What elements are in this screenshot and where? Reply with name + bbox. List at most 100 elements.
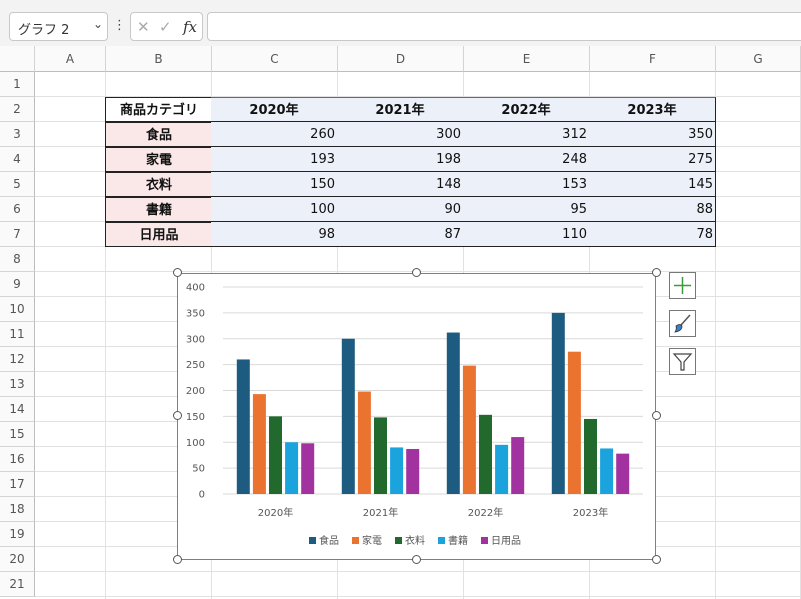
enter-icon[interactable]: ✓ [159, 18, 172, 36]
row-header-17[interactable]: 17 [0, 472, 35, 497]
bar[interactable] [600, 448, 614, 494]
value-cell[interactable]: 78 [589, 222, 716, 247]
resize-handle-top-right[interactable] [652, 268, 661, 277]
bar[interactable] [236, 359, 250, 494]
row-header-2[interactable]: 2 [0, 97, 35, 122]
value-cell[interactable]: 148 [337, 172, 464, 197]
value-cell[interactable]: 275 [589, 147, 716, 172]
value-cell[interactable]: 145 [589, 172, 716, 197]
bar[interactable] [285, 442, 299, 494]
bar[interactable] [511, 437, 525, 494]
more-options-icon[interactable]: ⋮ [113, 14, 126, 38]
row-header-10[interactable]: 10 [0, 297, 35, 322]
value-cell[interactable]: 312 [463, 122, 590, 147]
value-cell[interactable]: 300 [337, 122, 464, 147]
value-cell[interactable]: 153 [463, 172, 590, 197]
category-cell[interactable]: 書籍 [105, 197, 213, 222]
bar[interactable] [479, 414, 492, 494]
row-header-21[interactable]: 21 [0, 572, 35, 597]
row-header-13[interactable]: 13 [0, 372, 35, 397]
column-header-g[interactable]: G [716, 46, 801, 72]
row-header-15[interactable]: 15 [0, 422, 35, 447]
column-header-c[interactable]: C [212, 46, 338, 72]
header-category[interactable]: 商品カテゴリ [105, 97, 213, 122]
bar[interactable] [301, 443, 315, 494]
bar[interactable] [269, 416, 282, 494]
row-header-9[interactable]: 9 [0, 272, 35, 297]
bar[interactable] [551, 312, 565, 494]
value-cell[interactable]: 87 [337, 222, 464, 247]
insert-function-icon[interactable]: fx [183, 18, 197, 36]
bar[interactable] [252, 394, 266, 494]
chart-elements-button[interactable] [669, 272, 696, 299]
header-year[interactable]: 2023年 [589, 97, 716, 122]
value-cell[interactable]: 150 [211, 172, 338, 197]
bar[interactable] [495, 444, 509, 494]
resize-handle-left[interactable] [173, 411, 182, 420]
cancel-icon[interactable]: ✕ [137, 18, 150, 36]
y-tick-label: 0 [199, 490, 205, 501]
bar[interactable] [584, 418, 597, 494]
row-header-19[interactable]: 19 [0, 522, 35, 547]
resize-handle-bottom-left[interactable] [173, 555, 182, 564]
resize-handle-top-left[interactable] [173, 268, 182, 277]
name-box[interactable]: グラフ 2 ⌄ [9, 12, 108, 41]
row-header-14[interactable]: 14 [0, 397, 35, 422]
bar[interactable] [462, 365, 476, 494]
value-cell[interactable]: 350 [589, 122, 716, 147]
bar[interactable] [406, 448, 420, 494]
row-header-20[interactable]: 20 [0, 547, 35, 572]
legend-swatch [309, 537, 316, 544]
row-header-5[interactable]: 5 [0, 172, 35, 197]
value-cell[interactable]: 95 [463, 197, 590, 222]
value-cell[interactable]: 88 [589, 197, 716, 222]
row-header-8[interactable]: 8 [0, 247, 35, 272]
row-header-3[interactable]: 3 [0, 122, 35, 147]
chart-area[interactable]: 0 50 100 150 200 250 300 350 400 2020年 2021年 2022年 2… [177, 273, 656, 560]
category-cell[interactable]: 衣料 [105, 172, 213, 197]
column-header-a[interactable]: A [35, 46, 106, 72]
value-cell[interactable]: 100 [211, 197, 338, 222]
row-header-18[interactable]: 18 [0, 497, 35, 522]
bar[interactable] [567, 351, 581, 494]
bar[interactable] [390, 447, 404, 494]
row-header-12[interactable]: 12 [0, 347, 35, 372]
value-cell[interactable]: 110 [463, 222, 590, 247]
header-year[interactable]: 2022年 [463, 97, 590, 122]
header-year[interactable]: 2021年 [337, 97, 464, 122]
category-cell[interactable]: 家電 [105, 147, 213, 172]
column-header-b[interactable]: B [106, 46, 212, 72]
resize-handle-top[interactable] [412, 268, 421, 277]
chart-styles-button[interactable] [669, 310, 696, 337]
column-header-f[interactable]: F [590, 46, 716, 72]
value-cell[interactable]: 248 [463, 147, 590, 172]
row-header-16[interactable]: 16 [0, 447, 35, 472]
category-cell[interactable]: 日用品 [105, 222, 213, 247]
column-header-e[interactable]: E [464, 46, 590, 72]
row-header-4[interactable]: 4 [0, 147, 35, 172]
chevron-down-icon[interactable]: ⌄ [93, 17, 103, 31]
row-header-11[interactable]: 11 [0, 322, 35, 347]
select-all-corner[interactable] [0, 46, 35, 72]
header-year[interactable]: 2020年 [211, 97, 338, 122]
bar[interactable] [446, 332, 460, 494]
bar[interactable] [374, 417, 387, 494]
bar[interactable] [341, 338, 355, 494]
category-cell[interactable]: 食品 [105, 122, 213, 147]
bar[interactable] [616, 453, 630, 494]
row-header-1[interactable]: 1 [0, 72, 35, 97]
resize-handle-bottom[interactable] [412, 555, 421, 564]
value-cell[interactable]: 98 [211, 222, 338, 247]
row-header-7[interactable]: 7 [0, 222, 35, 247]
value-cell[interactable]: 90 [337, 197, 464, 222]
value-cell[interactable]: 198 [337, 147, 464, 172]
column-header-d[interactable]: D [338, 46, 464, 72]
bar[interactable] [357, 391, 371, 494]
chart-filter-button[interactable] [669, 348, 696, 375]
formula-input[interactable] [207, 12, 801, 41]
value-cell[interactable]: 193 [211, 147, 338, 172]
row-header-6[interactable]: 6 [0, 197, 35, 222]
resize-handle-right[interactable] [652, 411, 661, 420]
resize-handle-bottom-right[interactable] [652, 555, 661, 564]
value-cell[interactable]: 260 [211, 122, 338, 147]
